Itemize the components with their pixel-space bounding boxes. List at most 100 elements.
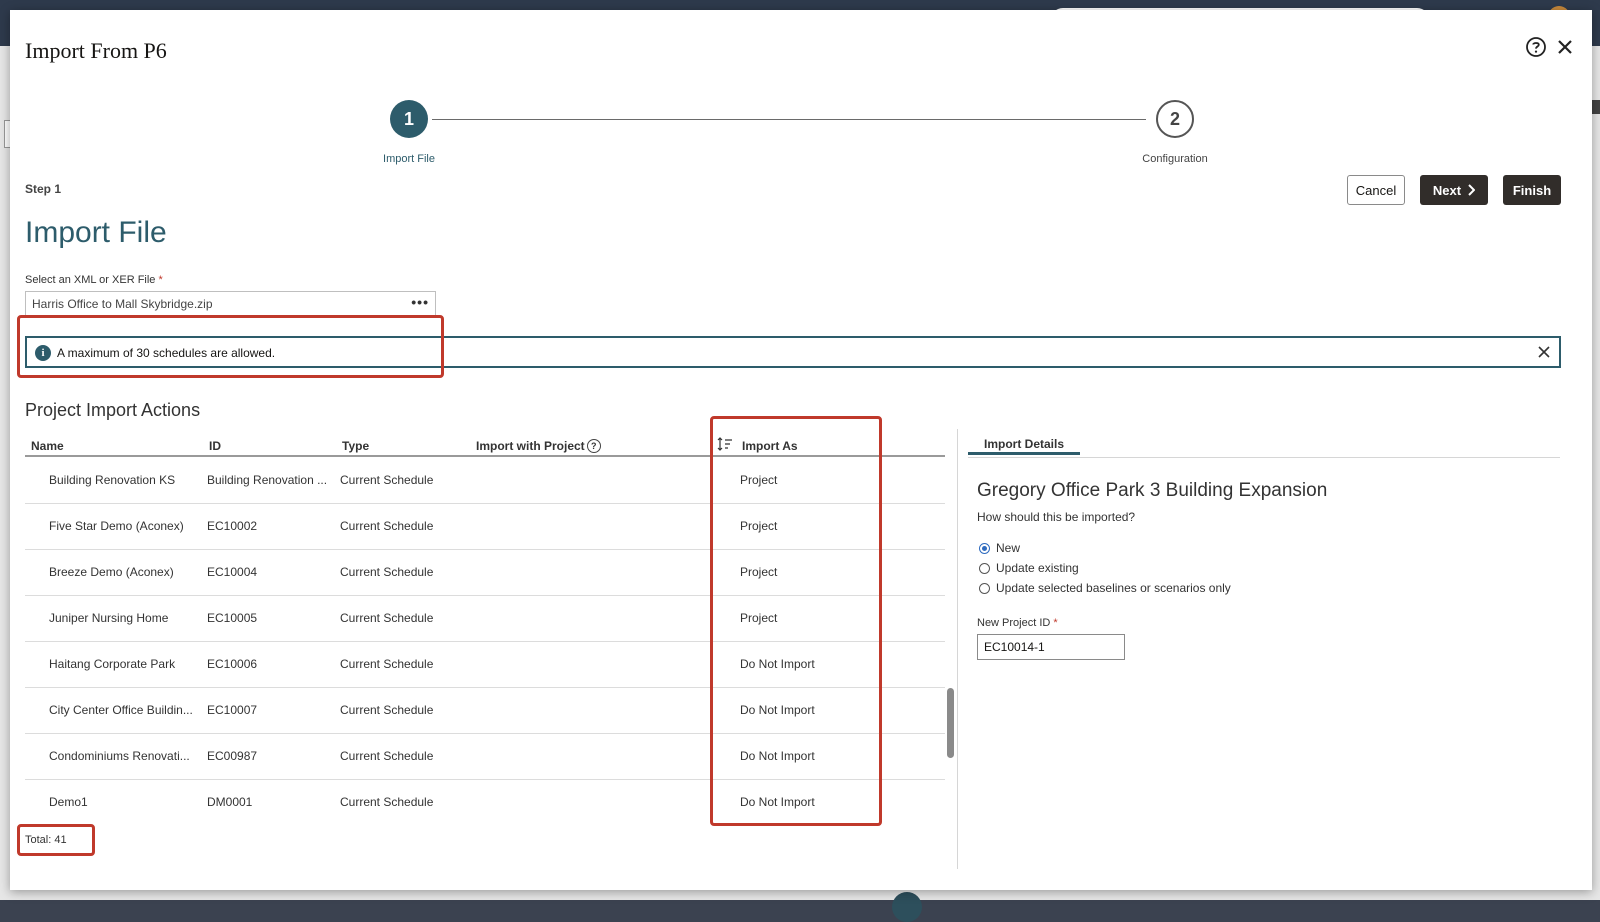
new-project-id-label: New Project ID *: [977, 617, 1058, 629]
cell-type: Current Schedule: [340, 519, 434, 533]
total-count: Total: 41: [25, 834, 67, 846]
tab-import-details[interactable]: Import Details: [968, 433, 1080, 455]
radio-label: Update selected baselines or scenarios o…: [996, 581, 1231, 595]
radio-label: Update existing: [996, 561, 1079, 575]
table-row[interactable]: Five Star Demo (Aconex) EC10002 Current …: [25, 504, 945, 550]
table-row[interactable]: Breeze Demo (Aconex) EC10004 Current Sch…: [25, 550, 945, 596]
step-1-indicator[interactable]: 1: [390, 100, 428, 138]
cell-name: Juniper Nursing Home: [49, 611, 169, 625]
radio-option-update-existing[interactable]: Update existing: [979, 561, 1079, 575]
column-header-id[interactable]: ID: [209, 439, 221, 453]
required-indicator: *: [1053, 617, 1058, 629]
cell-import-as[interactable]: Do Not Import: [740, 795, 870, 809]
cell-name: Haitang Corporate Park: [49, 657, 176, 671]
tab-underline: [968, 457, 1560, 458]
table-scrollbar[interactable]: [947, 688, 954, 758]
cell-type: Current Schedule: [340, 657, 434, 671]
step-1-label: Import File: [383, 153, 435, 165]
new-project-id-label-text: New Project ID: [977, 617, 1051, 629]
cell-id: EC00987: [207, 749, 258, 763]
table-row[interactable]: City Center Office Buildin... EC10007 Cu…: [25, 688, 945, 734]
background-indicator: [892, 892, 922, 922]
radio-button[interactable]: [979, 542, 990, 554]
cell-type: Current Schedule: [340, 611, 434, 625]
step-2-label: Configuration: [1142, 153, 1208, 165]
table-row[interactable]: Haitang Corporate Park EC10006 Current S…: [25, 642, 945, 688]
cell-id: DM0001: [207, 795, 253, 809]
cell-id: EC10005: [207, 611, 258, 625]
column-header-import-with-project-label: Import with Project: [476, 439, 585, 453]
train-connector: [432, 119, 1146, 120]
finish-button-label: Finish: [1512, 182, 1552, 198]
cell-id: EC10006: [207, 657, 258, 671]
table-header: Name ID Type Import with Project ? Impor…: [25, 435, 945, 457]
cell-import-as[interactable]: Project: [740, 611, 870, 625]
column-header-import-with-project[interactable]: Import with Project ?: [476, 439, 601, 453]
cell-name: Building Renovation KS: [49, 473, 176, 487]
import-dialog: Import From P6 1 2 Import File Configura…: [10, 10, 1592, 890]
column-header-type[interactable]: Type: [342, 439, 369, 453]
radio-option-new[interactable]: New: [979, 541, 1020, 555]
cell-import-as[interactable]: Project: [740, 519, 870, 533]
required-indicator: *: [158, 274, 163, 286]
cell-name: Demo1: [49, 795, 88, 809]
cell-id: Building Renovation ...: [207, 473, 328, 487]
table-row[interactable]: Building Renovation KS Building Renovati…: [25, 458, 945, 504]
close-icon[interactable]: [1554, 36, 1576, 58]
import-question: How should this be imported?: [977, 510, 1136, 524]
finish-button[interactable]: Finish: [1503, 175, 1561, 205]
dialog-title: Import From P6: [25, 38, 167, 63]
chevron-right-icon: [1468, 184, 1476, 196]
info-message-text: A maximum of 30 schedules are allowed.: [57, 346, 276, 360]
column-header-name[interactable]: Name: [31, 439, 64, 453]
table-row[interactable]: Juniper Nursing Home EC10005 Current Sch…: [25, 596, 945, 642]
sort-icon[interactable]: [717, 437, 733, 451]
radio-button[interactable]: [979, 582, 990, 594]
radio-option-update-baselines[interactable]: Update selected baselines or scenarios o…: [979, 581, 1231, 595]
cell-import-as[interactable]: Project: [740, 473, 870, 487]
cell-type: Current Schedule: [340, 473, 434, 487]
cell-type: Current Schedule: [340, 795, 434, 809]
cell-import-as[interactable]: Do Not Import: [740, 749, 870, 763]
panel-divider: [957, 429, 958, 869]
radio-button[interactable]: [979, 562, 990, 574]
more-icon[interactable]: •••: [411, 294, 429, 310]
cancel-button[interactable]: Cancel: [1347, 175, 1405, 205]
cell-id: EC10004: [207, 565, 258, 579]
project-table-body: Building Renovation KS Building Renovati…: [25, 458, 945, 818]
info-icon: i: [35, 345, 51, 361]
next-button-label: Next: [1432, 182, 1462, 198]
section-heading: Project Import Actions: [25, 400, 201, 420]
column-header-import-as[interactable]: Import As: [742, 439, 798, 453]
cell-type: Current Schedule: [340, 749, 434, 763]
file-field-label-text: Select an XML or XER File: [25, 274, 156, 286]
cell-type: Current Schedule: [340, 703, 434, 717]
details-project-title: Gregory Office Park 3 Building Expansion: [977, 480, 1328, 501]
step-indicator-text: Step 1: [25, 182, 62, 196]
cell-name: Five Star Demo (Aconex): [49, 519, 184, 533]
help-icon[interactable]: ?: [586, 439, 601, 453]
cell-id: EC10007: [207, 703, 258, 717]
file-input-value: Harris Office to Mall Skybridge.zip: [32, 297, 213, 311]
file-input[interactable]: Harris Office to Mall Skybridge.zip •••: [25, 291, 436, 317]
cell-import-as[interactable]: Project: [740, 565, 870, 579]
close-icon[interactable]: [1537, 345, 1551, 359]
radio-label: New: [996, 541, 1021, 555]
cell-id: EC10002: [207, 519, 258, 533]
new-project-id-input[interactable]: EC10014-1: [977, 634, 1125, 660]
cell-import-as[interactable]: Do Not Import: [740, 657, 870, 671]
help-icon[interactable]: [1525, 36, 1547, 58]
cell-name: Breeze Demo (Aconex): [49, 565, 174, 579]
cell-type: Current Schedule: [340, 565, 434, 579]
cell-name: City Center Office Buildin...: [49, 703, 193, 717]
next-button[interactable]: Next: [1420, 175, 1488, 205]
table-row[interactable]: Condominiums Renovati... EC00987 Current…: [25, 734, 945, 780]
info-message-banner: i A maximum of 30 schedules are allowed.: [25, 336, 1561, 368]
step-2-indicator[interactable]: 2: [1156, 100, 1194, 138]
table-row[interactable]: Demo1 DM0001 Current Schedule Do Not Imp…: [25, 780, 945, 818]
cancel-button-label: Cancel: [1355, 182, 1397, 198]
page-heading: Import File: [25, 216, 167, 249]
cell-import-as[interactable]: Do Not Import: [740, 703, 870, 717]
cell-name: Condominiums Renovati...: [49, 749, 190, 763]
file-field-label: Select an XML or XER File *: [25, 274, 163, 286]
